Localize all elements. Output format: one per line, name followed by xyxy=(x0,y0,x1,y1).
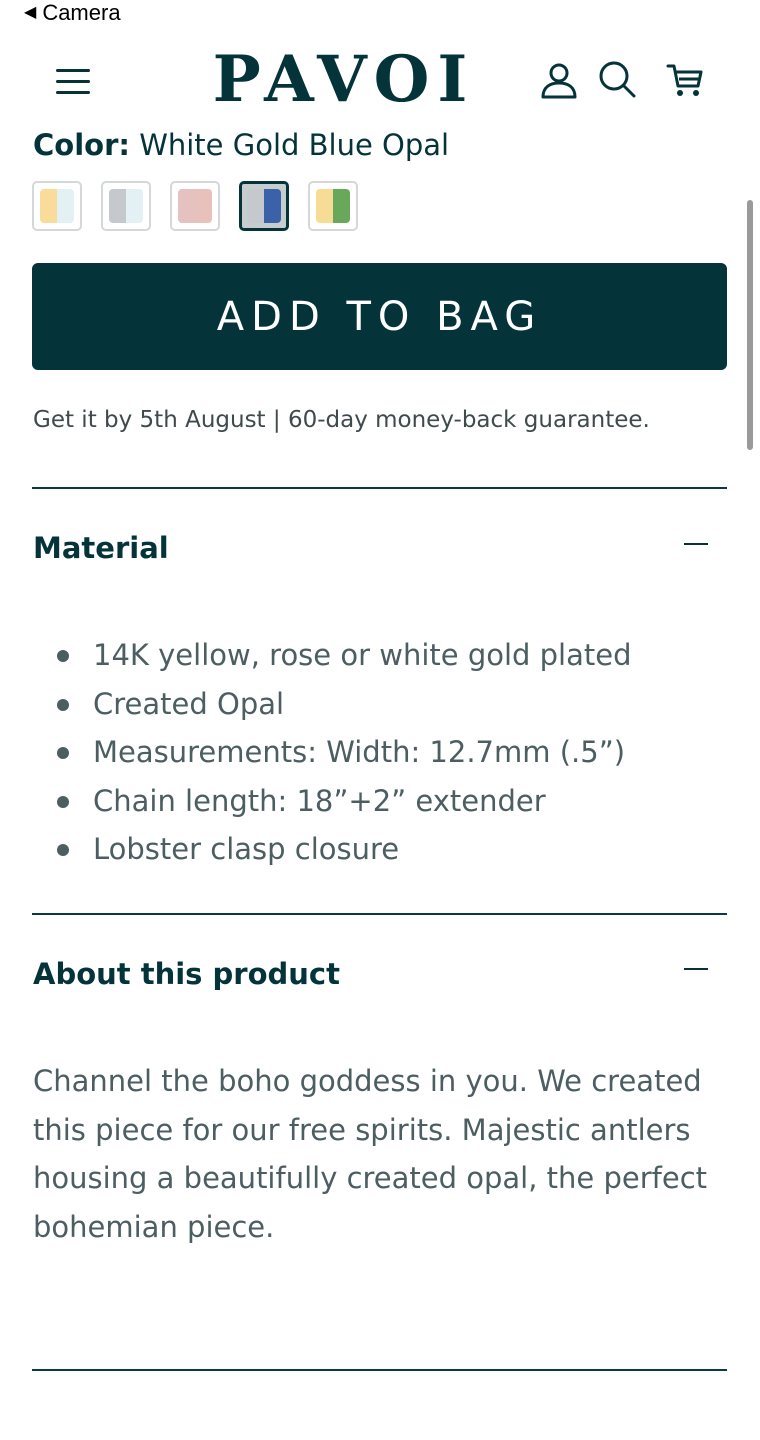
material-item: Measurements: Width: 12.7mm (.5”) xyxy=(57,728,632,777)
color-swatch[interactable] xyxy=(308,181,358,231)
selected-color: Color: White Gold Blue Opal xyxy=(33,124,449,166)
search-icon[interactable] xyxy=(597,60,637,100)
material-item: Lobster clasp closure xyxy=(57,825,632,874)
cart-icon[interactable] xyxy=(665,60,705,100)
status-bar-back[interactable]: ◀ Camera xyxy=(24,0,121,26)
color-swatch[interactable] xyxy=(239,181,289,231)
back-arrow-icon: ◀ xyxy=(24,4,37,21)
swatch-chip xyxy=(109,189,143,223)
delivery-info: Get it by 5th August | 60-day money-back… xyxy=(33,407,650,433)
scrollbar[interactable] xyxy=(747,200,753,450)
divider xyxy=(32,913,727,915)
color-label: Color: xyxy=(33,128,130,162)
menu-icon[interactable] xyxy=(56,66,92,96)
color-swatch[interactable] xyxy=(32,181,82,231)
collapse-minus-icon[interactable] xyxy=(684,968,708,970)
color-swatches xyxy=(32,181,358,231)
site-header: PAVOI xyxy=(0,40,760,124)
color-swatch[interactable] xyxy=(170,181,220,231)
collapse-minus-icon[interactable] xyxy=(684,543,708,545)
add-to-bag-button[interactable]: ADD TO BAG xyxy=(32,263,727,370)
product-page: ◀ Camera PAVOI Color: White Gold Blue Op… xyxy=(0,0,760,1440)
brand-logo[interactable]: PAVOI xyxy=(196,42,492,118)
color-value: White Gold Blue Opal xyxy=(139,128,450,162)
about-description: Channel the boho goddess in you. We crea… xyxy=(33,1064,708,1244)
accordion-about-title[interactable]: About this product xyxy=(33,954,340,994)
back-app-label: Camera xyxy=(42,0,121,25)
material-item: Chain length: 18”+2” extender xyxy=(57,777,632,826)
color-swatch[interactable] xyxy=(101,181,151,231)
swatch-chip xyxy=(178,189,212,223)
swatch-chip xyxy=(40,189,74,223)
swatch-chip xyxy=(316,189,350,223)
divider xyxy=(32,487,727,489)
divider xyxy=(32,1369,727,1371)
account-icon[interactable] xyxy=(539,60,579,100)
swatch-chip xyxy=(247,189,281,223)
accordion-material-title[interactable]: Material xyxy=(33,528,169,568)
material-item: Created Opal xyxy=(57,680,632,729)
material-list: 14K yellow, rose or white gold plated Cre… xyxy=(57,631,632,874)
material-item: 14K yellow, rose or white gold plated xyxy=(57,631,632,680)
